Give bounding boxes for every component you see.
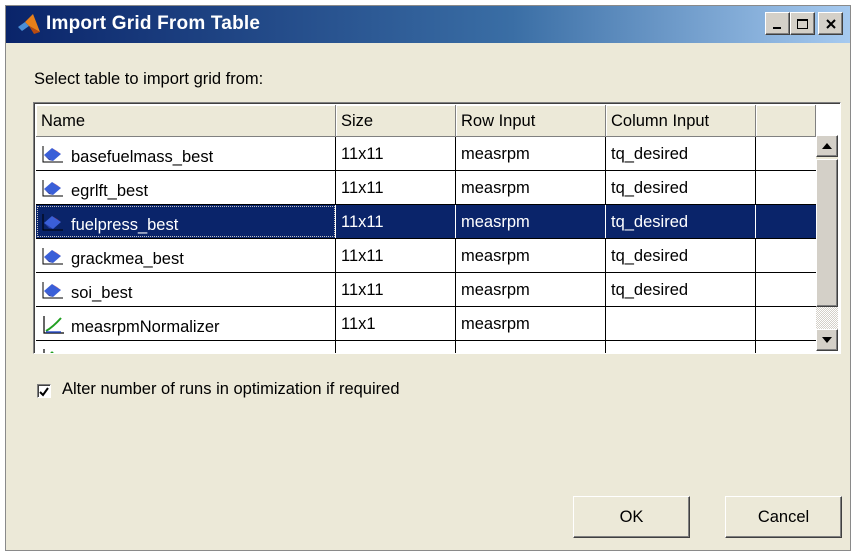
cell-row-input-text: measrpm <box>461 315 530 333</box>
import-grid-dialog: Import Grid From Table Select table to i… <box>5 5 851 551</box>
cell-size: 11x11 <box>336 273 456 306</box>
cell-size-text: 11x11 <box>341 281 384 299</box>
column-header-column-input[interactable]: Column Input <box>606 105 756 137</box>
column-header-size[interactable]: Size <box>336 105 456 137</box>
cell-row-input-text: measrpm <box>461 281 530 299</box>
surface-icon <box>42 180 63 197</box>
cell-column-input <box>606 307 756 340</box>
cell-row-input: measrpm <box>456 307 606 340</box>
cell-column-input-text: tq_desired <box>611 179 689 197</box>
cell-column-input: tq_desired <box>606 205 756 238</box>
minimize-icon <box>772 26 781 29</box>
cell-column-input-text: tq_desired <box>611 145 689 163</box>
column-header-row-input[interactable]: Row Input <box>456 105 606 137</box>
scroll-down-button[interactable] <box>816 329 838 351</box>
normalizer-icon <box>43 316 64 334</box>
close-button[interactable] <box>818 12 843 35</box>
cell-column-input-text: tq_desired <box>611 281 689 299</box>
cell-name: egrlft_best <box>36 171 336 204</box>
surface-icon <box>42 248 63 265</box>
cell-row-input: measrpm <box>456 171 606 204</box>
column-header-name[interactable]: Name <box>36 105 336 137</box>
scroll-track[interactable] <box>816 307 838 329</box>
cell-name-text: soi_best <box>71 284 133 302</box>
arrow-down-icon <box>822 337 832 343</box>
maximize-icon <box>797 18 808 29</box>
cell-size: 11x11 <box>336 137 456 170</box>
cell-row-input: measrpm <box>456 239 606 272</box>
cancel-button[interactable]: Cancel <box>725 496 842 538</box>
cell-name-text: measrpmNormalizer <box>71 318 220 336</box>
cell-row-input: measrpm <box>456 205 606 238</box>
table-list: Name Size Row Input Column Input basefue… <box>33 102 841 354</box>
cell-size: 11x11 <box>336 205 456 238</box>
alter-runs-label[interactable]: Alter number of runs in optimization if … <box>62 380 400 399</box>
alter-runs-checkbox[interactable] <box>37 384 51 398</box>
close-icon <box>825 18 836 29</box>
instruction-label: Select table to import grid from: <box>34 70 264 88</box>
cell-row-input: measrpm <box>456 273 606 306</box>
cell-size-text: 11x11 <box>341 213 384 231</box>
column-header-filler <box>756 105 816 137</box>
surface-icon <box>42 146 63 163</box>
surface-icon <box>42 214 63 231</box>
cell-name: grackmea_best <box>36 239 336 272</box>
cell-size-text: 11x1 <box>341 315 376 333</box>
cell-size-text: 11x11 <box>341 145 384 163</box>
cell-size-text: 11x11 <box>341 179 384 197</box>
cell-column-input-text: tq_desired <box>611 213 689 231</box>
matlab-logo-icon <box>18 14 40 34</box>
cell-size: 11x11 <box>336 171 456 204</box>
minimize-button[interactable] <box>765 12 790 35</box>
table-row[interactable]: basefuelmass_best 11x11 measrpm tq_desired <box>36 137 816 171</box>
cell-name-text: fuelpress_best <box>71 216 179 234</box>
cell-name-text: basefuelmass_best <box>71 148 214 166</box>
arrow-up-icon <box>822 143 832 149</box>
ok-button[interactable]: OK <box>573 496 690 538</box>
cell-row-input: measrpm <box>456 137 606 170</box>
cell-row-input-text: measrpm <box>461 179 530 197</box>
cell-row-input-text: measrpm <box>461 247 530 265</box>
cell-row-input-text: measrpm <box>461 145 530 163</box>
normalizer-icon <box>43 349 54 353</box>
scroll-up-button[interactable] <box>816 135 838 157</box>
cell-size-text: 11x11 <box>341 247 384 265</box>
cell-row-input-text: measrpm <box>461 213 530 231</box>
table-row[interactable]: fuelpress_best 11x11 measrpm tq_desired <box>36 205 816 239</box>
cell-name: soi_best <box>36 273 336 306</box>
cell-name: basefuelmass_best <box>36 137 336 170</box>
surface-icon <box>42 282 63 299</box>
cell-name-text: grackmea_best <box>71 250 184 268</box>
table-row-partial <box>36 341 816 353</box>
maximize-button[interactable] <box>790 12 815 35</box>
checkmark-icon <box>39 387 49 397</box>
window-title: Import Grid From Table <box>46 13 261 34</box>
vertical-scrollbar[interactable] <box>816 135 838 351</box>
table-row[interactable]: grackmea_best 11x11 measrpm tq_desired <box>36 239 816 273</box>
scroll-thumb[interactable] <box>816 159 838 307</box>
cell-size: 11x11 <box>336 239 456 272</box>
cell-name-text: egrlft_best <box>71 182 149 200</box>
cell-name: measrpmNormalizer <box>36 307 336 340</box>
table-row[interactable]: soi_best 11x11 measrpm tq_desired <box>36 273 816 307</box>
cell-column-input: tq_desired <box>606 239 756 272</box>
cell-name: fuelpress_best <box>36 205 336 238</box>
cell-column-input: tq_desired <box>606 137 756 170</box>
cell-column-input: tq_desired <box>606 273 756 306</box>
table-row[interactable]: measrpmNormalizer 11x1 measrpm <box>36 307 816 341</box>
cell-column-input: tq_desired <box>606 171 756 204</box>
cell-size: 11x1 <box>336 307 456 340</box>
cell-column-input-text: tq_desired <box>611 247 689 265</box>
table-row[interactable]: egrlft_best 11x11 measrpm tq_desired <box>36 171 816 205</box>
title-bar[interactable]: Import Grid From Table <box>6 6 850 43</box>
